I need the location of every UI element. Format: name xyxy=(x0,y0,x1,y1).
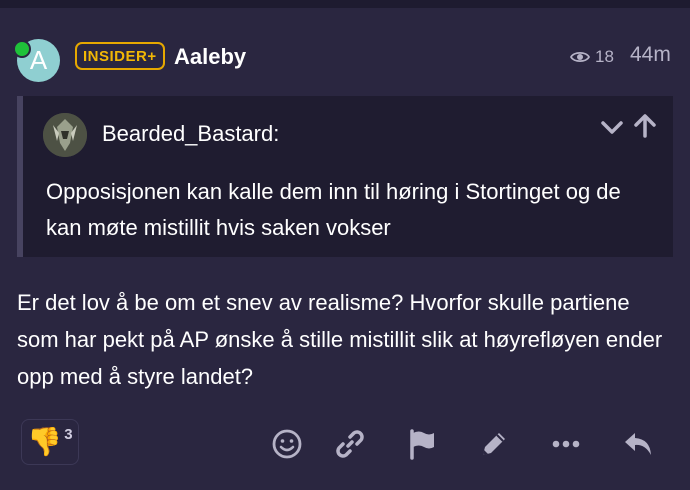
quoted-text: Opposisjonen kan kalle dem inn til hørin… xyxy=(46,179,621,240)
online-indicator xyxy=(13,40,31,58)
post-timestamp[interactable]: 44m xyxy=(630,43,671,67)
react-smiley-button[interactable] xyxy=(270,427,304,461)
quoted-author: Bearded_Bastard: xyxy=(102,121,280,146)
view-count: 18 xyxy=(570,45,614,69)
author-username[interactable]: Aaleby xyxy=(174,44,246,70)
expand-quote-chevron-down-icon[interactable] xyxy=(598,114,626,142)
reply-icon xyxy=(625,433,651,455)
forum-post: A INSIDER+ Aaleby 18 44m Bearded_Bastard… xyxy=(0,8,690,490)
top-divider xyxy=(0,0,690,8)
share-link-button[interactable] xyxy=(333,427,367,461)
flag-button[interactable] xyxy=(405,427,439,461)
eye-icon xyxy=(570,51,590,63)
reaction-count: 3 xyxy=(64,425,73,443)
quoted-user-avatar[interactable] xyxy=(43,113,87,157)
insider-flair-badge: INSIDER+ xyxy=(75,42,165,70)
smiley-icon xyxy=(272,429,302,459)
reaction-button[interactable]: 👎 3 xyxy=(21,419,79,465)
post-actions: 👎 3 xyxy=(0,414,690,474)
edit-button[interactable] xyxy=(477,427,511,461)
go-to-quoted-arrow-up-icon[interactable] xyxy=(631,112,659,140)
flag-icon xyxy=(410,429,434,460)
post-header: A INSIDER+ Aaleby 18 44m xyxy=(0,8,690,98)
more-options-button[interactable] xyxy=(549,427,583,461)
quote-block: Bearded_Bastard: Opposisjonen kan kalle … xyxy=(17,96,673,257)
reply-button[interactable] xyxy=(621,427,655,461)
link-icon xyxy=(336,430,364,458)
thumbs-down-icon: 👎 xyxy=(27,426,63,457)
post-body: Er det lov å be om et snev av realisme? … xyxy=(17,290,663,389)
pencil-icon xyxy=(483,433,505,455)
view-count-number: 18 xyxy=(595,47,614,66)
ellipsis-icon xyxy=(552,440,580,448)
